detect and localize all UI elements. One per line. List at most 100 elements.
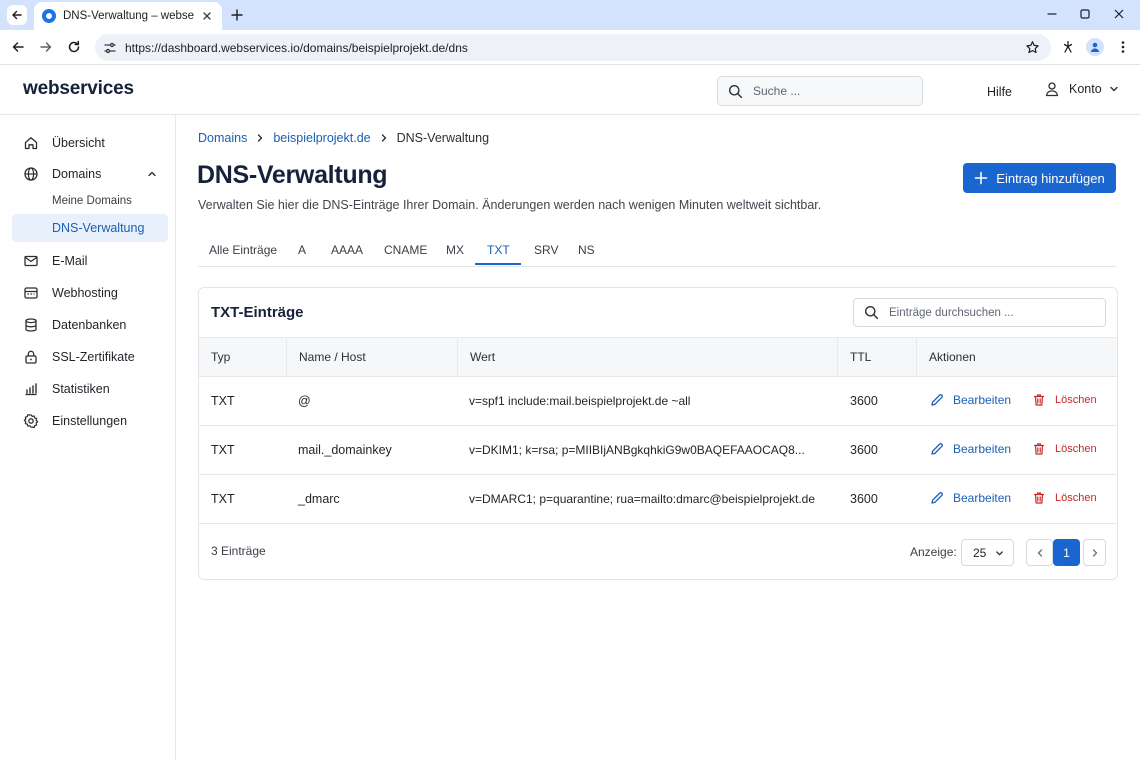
sidebar-item-label: SSL-Zertifikate — [52, 350, 135, 364]
records-search-placeholder: Einträge durchsuchen ... — [889, 306, 1014, 319]
delete-button[interactable]: Löschen — [1032, 442, 1097, 456]
chart-icon — [23, 381, 39, 397]
edit-label: Bearbeiten — [953, 393, 1012, 407]
delete-button[interactable]: Löschen — [1032, 491, 1097, 505]
browser-toolbar: https://dashboard.webservices.io/domains… — [0, 30, 1140, 65]
browser-profile-icon[interactable] — [1086, 38, 1104, 56]
sidebar-item-label: Webhosting — [52, 286, 118, 300]
tab-mx[interactable]: MX — [446, 243, 464, 257]
tab-txt[interactable]: TXT — [487, 243, 510, 257]
chevron-up-icon[interactable] — [147, 169, 157, 179]
sidebar-subitem-label: DNS-Verwaltung — [52, 221, 145, 235]
gear-icon — [23, 413, 39, 429]
browser-back-icon[interactable] — [7, 5, 27, 25]
edit-label: Bearbeiten — [953, 491, 1012, 505]
tab-aaaa[interactable]: AAAA — [331, 243, 363, 257]
sidebar-item-label: Datenbanken — [52, 318, 127, 332]
edit-button[interactable]: Bearbeiten — [930, 393, 1011, 407]
address-bar[interactable]: https://dashboard.webservices.io/domains… — [95, 34, 1051, 61]
browser-tab[interactable]: DNS-Verwaltung – webservices — [34, 2, 222, 30]
page-size-select[interactable]: 25 — [961, 539, 1014, 566]
pencil-icon — [930, 442, 944, 456]
column-header-value[interactable]: Wert — [457, 338, 837, 376]
delete-label: Löschen — [1055, 492, 1097, 504]
edit-label: Bearbeiten — [953, 442, 1012, 456]
new-tab-icon[interactable] — [229, 7, 245, 23]
account-label: Konto — [1069, 82, 1102, 96]
column-header-ttl[interactable]: TTL — [837, 338, 916, 376]
search-icon — [864, 305, 879, 320]
prev-page-button[interactable] — [1026, 539, 1053, 566]
chevron-right-icon — [1090, 548, 1100, 558]
entry-count: 3 Einträge — [211, 544, 266, 558]
page-size-label: Anzeige: — [910, 545, 957, 559]
cell-ttl: 3600 — [850, 492, 878, 506]
sidebar-item-email[interactable]: E-Mail — [12, 247, 168, 275]
global-search-input[interactable]: Suche ... — [717, 76, 923, 106]
globe-icon — [23, 166, 39, 182]
breadcrumb-domains[interactable]: Domains — [198, 131, 247, 145]
account-menu[interactable]: Konto — [1044, 81, 1119, 97]
column-header-type[interactable]: Typ — [199, 338, 286, 376]
browser-tab-bar: DNS-Verwaltung – webservices — [0, 0, 1140, 30]
cell-name: _dmarc — [298, 492, 340, 506]
breadcrumb: Domains beispielprojekt.de DNS-Verwaltun… — [198, 131, 489, 145]
window-close-icon[interactable] — [1111, 6, 1127, 22]
extensions-icon[interactable] — [1060, 39, 1076, 55]
records-search-input[interactable]: Einträge durchsuchen ... — [853, 298, 1106, 327]
delete-button[interactable]: Löschen — [1032, 393, 1097, 407]
record-type-tabs: Alle Einträge A AAAA CNAME MX TXT SRV NS — [198, 234, 1116, 267]
sidebar-item-label: E-Mail — [52, 254, 88, 268]
tab-all[interactable]: Alle Einträge — [209, 243, 277, 257]
user-icon — [1044, 81, 1060, 97]
breadcrumb-domain[interactable]: beispielprojekt.de — [273, 131, 370, 145]
sidebar: Übersicht Domains Meine Domains DNS-Verw… — [0, 115, 176, 760]
page-button-current[interactable]: 1 — [1053, 539, 1080, 566]
chevron-left-icon — [1035, 548, 1045, 558]
cell-value: v=DMARC1; p=quarantine; rua=mailto:dmarc… — [469, 492, 816, 506]
sidebar-item-statistics[interactable]: Statistiken — [12, 375, 168, 403]
column-header-actions: Aktionen — [916, 338, 1117, 376]
page-title: DNS-Verwaltung — [197, 161, 388, 189]
page-size-value: 25 — [973, 545, 987, 560]
tab-ns[interactable]: NS — [578, 243, 595, 257]
sidebar-item-overview[interactable]: Übersicht — [12, 129, 168, 157]
bookmark-star-icon[interactable] — [1025, 40, 1040, 55]
tab-a[interactable]: A — [298, 243, 306, 257]
column-header-name[interactable]: Name / Host — [286, 338, 457, 376]
site-settings-icon[interactable] — [103, 41, 117, 55]
forward-arrow-icon[interactable] — [38, 39, 54, 55]
sidebar-subitem-my-domains[interactable]: Meine Domains — [12, 187, 168, 215]
next-page-button[interactable] — [1083, 539, 1106, 566]
cell-ttl: 3600 — [850, 443, 878, 457]
page-subtitle: Verwalten Sie hier die DNS-Einträge Ihre… — [198, 198, 822, 212]
sidebar-item-domains[interactable]: Domains — [12, 160, 168, 188]
reload-icon[interactable] — [66, 39, 82, 55]
sidebar-item-label: Statistiken — [52, 382, 110, 396]
minimize-icon[interactable] — [1044, 6, 1060, 22]
edit-button[interactable]: Bearbeiten — [930, 491, 1011, 505]
sidebar-item-databases[interactable]: Datenbanken — [12, 311, 168, 339]
sidebar-item-settings[interactable]: Einstellungen — [12, 407, 168, 435]
server-icon — [23, 285, 39, 301]
logo[interactable]: webservices — [23, 78, 134, 100]
tab-srv[interactable]: SRV — [534, 243, 558, 257]
tab-cname[interactable]: CNAME — [384, 243, 427, 257]
add-entry-button[interactable]: Eintrag hinzufügen — [963, 163, 1116, 193]
chevron-right-icon — [255, 133, 265, 143]
sidebar-item-webhosting[interactable]: Webhosting — [12, 279, 168, 307]
sidebar-item-label: Einstellungen — [52, 414, 128, 428]
sidebar-subitem-dns[interactable]: DNS-Verwaltung — [12, 214, 168, 242]
back-arrow-icon[interactable] — [10, 39, 26, 55]
cell-ttl: 3600 — [850, 394, 878, 408]
delete-label: Löschen — [1055, 443, 1097, 455]
breadcrumb-current: DNS-Verwaltung — [396, 131, 490, 145]
tab-close-icon[interactable] — [200, 9, 214, 23]
maximize-icon[interactable] — [1077, 6, 1093, 22]
help-link[interactable]: Hilfe — [987, 85, 1012, 99]
browser-menu-icon[interactable] — [1115, 39, 1131, 55]
sidebar-item-ssl[interactable]: SSL-Zertifikate — [12, 343, 168, 371]
cell-name: mail._domainkey — [298, 443, 392, 457]
edit-button[interactable]: Bearbeiten — [930, 442, 1011, 456]
sidebar-item-label: Übersicht — [52, 136, 105, 150]
